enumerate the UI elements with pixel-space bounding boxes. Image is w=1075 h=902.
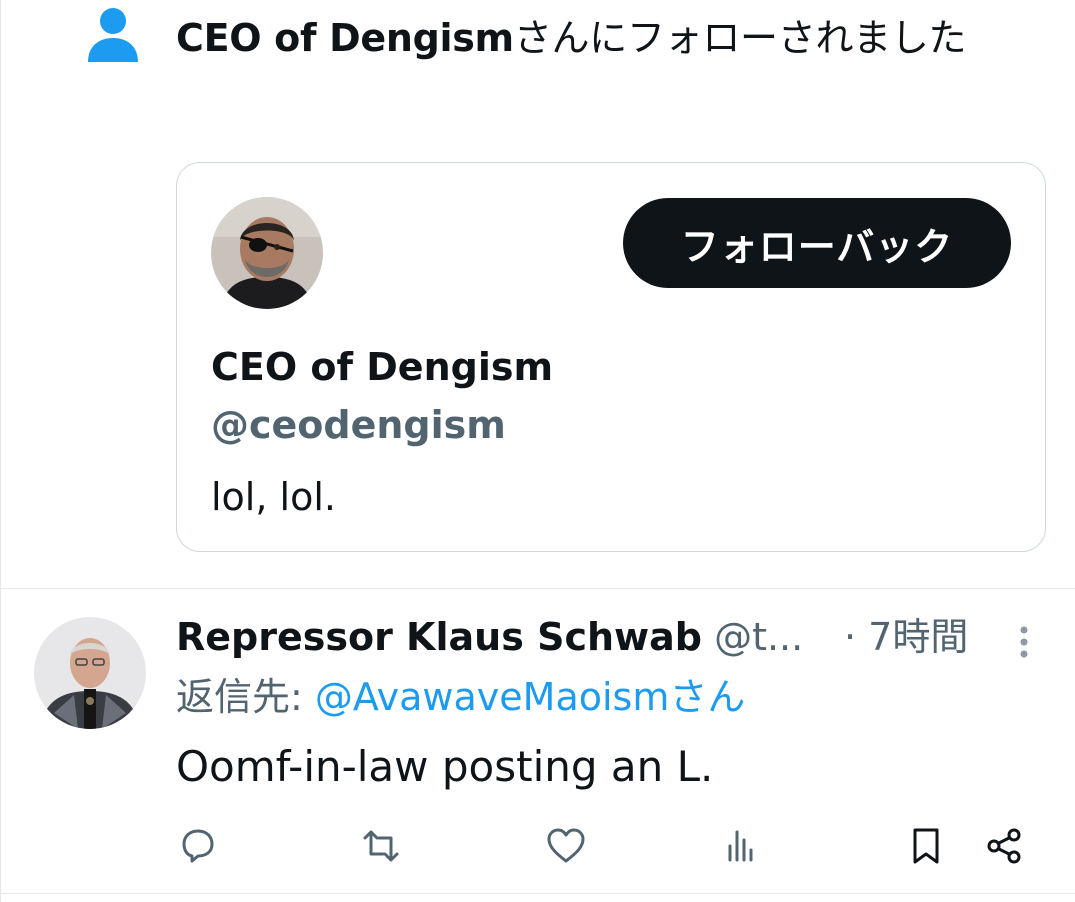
replying-to: 返信先: @AvawaveMaoismさん <box>176 668 745 726</box>
bookmark-button[interactable] <box>898 818 954 874</box>
tweet-action-bar <box>0 818 1075 874</box>
views-icon <box>728 830 753 862</box>
share-icon <box>987 828 1021 864</box>
avatar[interactable] <box>34 617 146 729</box>
notification-message: CEO of Dengismさんにフォローされました <box>176 8 1036 68</box>
follow-notification[interactable]: CEO of Dengismさんにフォローされました フォローバック CEO o… <box>0 0 1075 588</box>
profile-display-name[interactable]: CEO of Dengism <box>211 345 553 389</box>
follower-profile-card[interactable]: フォローバック CEO of Dengism @ceodengism lol, … <box>176 162 1046 552</box>
tweet-timestamp[interactable]: · 7時間 <box>844 608 968 666</box>
notification-suffix: さんにフォローされました <box>513 16 967 60</box>
divider <box>0 893 1075 894</box>
like-icon <box>547 828 585 863</box>
reply-icon <box>182 829 214 863</box>
reply-mention-link[interactable]: @AvawaveMaoismさん <box>315 675 745 719</box>
tweet-header: Repressor Klaus Schwab @t... · 7時間 <box>176 608 1036 666</box>
views-button[interactable] <box>712 818 768 874</box>
reply-button[interactable] <box>170 818 226 874</box>
profile-handle[interactable]: @ceodengism <box>211 403 506 447</box>
profile-photo-icon <box>34 617 146 729</box>
profile-bio: lol, lol. <box>211 475 336 519</box>
more-options-icon[interactable] <box>1012 622 1036 662</box>
tweet-author-handle[interactable]: @t... <box>714 615 803 659</box>
reply-prefix: 返信先: <box>176 675 315 719</box>
avatar[interactable] <box>211 197 323 309</box>
follow-back-button[interactable]: フォローバック <box>623 198 1011 288</box>
tweet-text: Oomf-in-law posting an L. <box>176 742 714 791</box>
bookmark-icon <box>913 828 939 864</box>
divider <box>0 588 1075 589</box>
retweet-button[interactable] <box>353 818 409 874</box>
person-icon <box>88 8 138 62</box>
follower-name-link[interactable]: CEO of Dengism <box>176 16 514 60</box>
profile-photo-icon <box>211 197 323 309</box>
tweet-author-name[interactable]: Repressor Klaus Schwab <box>176 615 702 659</box>
retweet-icon <box>363 830 399 862</box>
like-button[interactable] <box>538 818 594 874</box>
share-button[interactable] <box>976 818 1032 874</box>
